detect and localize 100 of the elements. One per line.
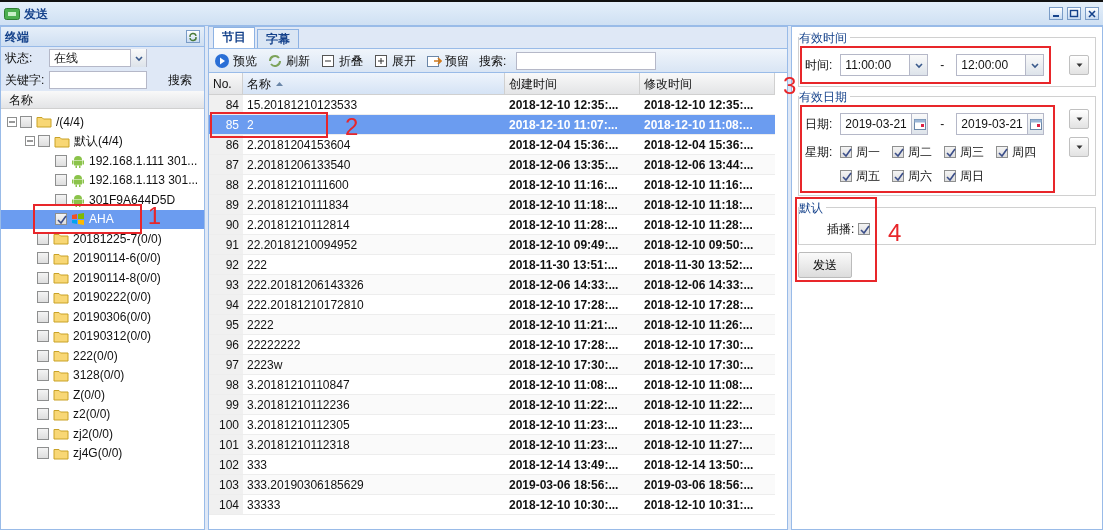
checkbox[interactable] [892, 146, 905, 158]
checkbox[interactable] [37, 408, 49, 421]
dropdown-button[interactable] [1069, 137, 1089, 157]
tree-item-label[interactable]: z2(0/0) [73, 405, 111, 424]
checkbox[interactable] [20, 115, 32, 128]
tree-item-label[interactable]: 20190222(0/0) [73, 288, 152, 307]
dropdown-button[interactable] [910, 114, 928, 134]
checkbox[interactable] [37, 271, 49, 284]
toolbar-button[interactable]: 展开 [373, 51, 416, 70]
dropdown-button[interactable] [1026, 114, 1044, 134]
caret-icon[interactable] [134, 54, 143, 62]
keyword-field[interactable] [49, 71, 147, 89]
table-cell: 2.20181210111834 [243, 195, 505, 215]
caret-icon[interactable] [1075, 62, 1083, 68]
checkbox[interactable] [37, 447, 49, 460]
search-link[interactable]: 搜索 [168, 71, 192, 89]
tree-item-label[interactable]: 20190114-6(0/0) [73, 249, 161, 268]
checkbox[interactable] [840, 146, 853, 158]
column-header[interactable]: No. [209, 73, 243, 95]
tree-item-label[interactable]: 222(0/0) [73, 346, 118, 365]
checkbox[interactable] [37, 252, 49, 265]
checkbox[interactable] [38, 135, 50, 148]
tree-item-label[interactable]: zj4G(0/0) [73, 444, 123, 463]
tree-item-label[interactable]: 20190312(0/0) [73, 327, 152, 346]
folder-icon [53, 290, 69, 304]
dropdown-button[interactable] [1069, 55, 1089, 75]
checkbox[interactable] [944, 170, 957, 182]
checkbox[interactable] [55, 213, 67, 226]
dropdown-button[interactable] [1025, 55, 1044, 75]
table-cell: 90 [209, 215, 243, 235]
checkbox[interactable] [37, 427, 49, 440]
date-field[interactable]: 2019-03-21 [840, 113, 929, 135]
tree-item-label[interactable]: 默认(4/4) [74, 132, 123, 151]
checkbox[interactable] [55, 193, 67, 206]
table-cell: 91 [209, 235, 243, 255]
tree-item-label[interactable]: 3128(0/0) [73, 366, 125, 385]
checkbox[interactable] [892, 170, 905, 182]
checkbox[interactable] [37, 330, 49, 343]
folder-icon [53, 446, 69, 460]
checkbox[interactable] [944, 146, 957, 158]
checkbox[interactable] [858, 223, 871, 235]
checkbox[interactable] [996, 146, 1009, 158]
caret-icon[interactable] [1075, 144, 1083, 150]
dropdown-button[interactable] [130, 49, 146, 67]
tree-item-label[interactable]: 192.168.1.113 301... [89, 171, 199, 190]
collapse-icon[interactable] [25, 136, 35, 147]
search-field[interactable] [516, 51, 657, 70]
tree-item-label[interactable]: 192.168.1.111 301... [89, 151, 198, 170]
dropdown-button[interactable] [909, 55, 928, 75]
play-icon[interactable] [214, 52, 230, 69]
checkbox[interactable] [55, 174, 67, 187]
maximize-icon[interactable] [1067, 7, 1081, 20]
close-icon[interactable] [1085, 7, 1099, 20]
minimize-icon[interactable] [1049, 7, 1063, 20]
status-select[interactable]: 在线 [49, 49, 147, 67]
time-select[interactable]: 11:00:00 [840, 54, 929, 76]
table-cell: 101 [209, 435, 243, 455]
expand-icon[interactable] [373, 52, 389, 69]
tab[interactable]: 节目 [213, 27, 255, 48]
column-header[interactable]: 名称 [243, 73, 505, 95]
checkbox[interactable] [37, 349, 49, 362]
annotation-number: 3 [783, 74, 797, 98]
annotation-number: 1 [147, 204, 162, 229]
caret-icon[interactable] [914, 61, 923, 69]
table-cell: 2.20181206133540 [243, 155, 505, 175]
caret-icon[interactable] [1030, 61, 1039, 69]
tree-item-label[interactable]: 20181225-7(0/0) [73, 229, 162, 248]
table-cell: 99 [209, 395, 243, 415]
tree-item-label[interactable]: 20190306(0/0) [73, 307, 152, 326]
calendar-icon[interactable] [913, 118, 926, 130]
column-header[interactable]: 修改时间 [640, 73, 775, 95]
toolbar-button[interactable]: 刷新 [267, 51, 310, 70]
tree-item-label[interactable]: 20190114-8(0/0) [73, 268, 161, 287]
tree-item-label[interactable]: /(4/4) [56, 112, 84, 131]
collapse-icon[interactable] [7, 116, 17, 127]
caret-icon[interactable] [1075, 116, 1083, 122]
refresh-icon[interactable] [186, 30, 200, 43]
calendar-icon[interactable] [1029, 118, 1042, 130]
column-header[interactable]: 创建时间 [505, 73, 640, 95]
toolbar-button[interactable]: 预览 [214, 51, 257, 70]
send-button[interactable]: 发送 [798, 252, 852, 278]
collapse-icon[interactable] [320, 52, 336, 69]
toolbar-button[interactable]: 折叠 [320, 51, 363, 70]
toolbar-button[interactable]: 预留 [426, 51, 469, 70]
tab[interactable]: 字幕 [257, 29, 299, 48]
folder-icon [53, 368, 69, 382]
table-cell: 87 [209, 155, 243, 175]
dropdown-button[interactable] [1069, 109, 1089, 129]
date-field[interactable]: 2019-03-21 [956, 113, 1045, 135]
checkbox[interactable] [55, 154, 67, 167]
checkbox[interactable] [840, 170, 853, 182]
table-cell: 97 [209, 355, 243, 375]
checkbox[interactable] [37, 310, 49, 323]
time-select[interactable]: 12:00:00 [956, 54, 1045, 76]
tree-item-label[interactable]: zj2(0/0) [73, 424, 113, 443]
checkbox[interactable] [37, 388, 49, 401]
tree-item-label[interactable]: Z(0/0) [73, 385, 105, 404]
refresh-icon[interactable] [267, 52, 283, 69]
checkbox[interactable] [37, 369, 49, 382]
checkbox[interactable] [37, 291, 49, 304]
